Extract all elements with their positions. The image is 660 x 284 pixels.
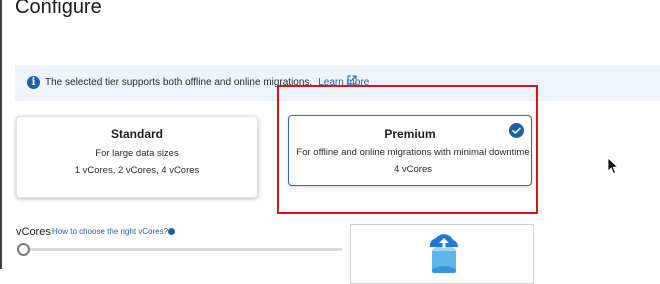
help-icon[interactable]	[168, 228, 175, 235]
window-left-edge	[0, 0, 2, 269]
vcores-help-link[interactable]: How to choose the right vCores?	[52, 227, 168, 236]
tier-cores: 1 vCores, 2 vCores, 4 vCores	[74, 165, 200, 176]
info-icon: i	[27, 76, 40, 89]
vcores-slider-track[interactable]	[22, 248, 342, 251]
external-link-icon[interactable]	[347, 75, 357, 85]
info-message: The selected tier supports both offline …	[45, 77, 313, 88]
mouse-pointer-icon	[607, 157, 619, 175]
cloud-upload-storage-icon	[429, 234, 459, 273]
tier-name: Standard	[110, 127, 163, 141]
tier-description: For large data sizes	[95, 148, 179, 159]
vcores-label: vCores	[16, 226, 51, 238]
page-title: Configure	[15, 0, 102, 18]
vcores-slider-thumb[interactable]	[17, 243, 30, 256]
selection-highlight-box	[277, 85, 538, 214]
tier-card-standard[interactable]: Standard For large data sizes 1 vCores, …	[16, 116, 258, 198]
storage-option-card[interactable]	[350, 224, 534, 284]
